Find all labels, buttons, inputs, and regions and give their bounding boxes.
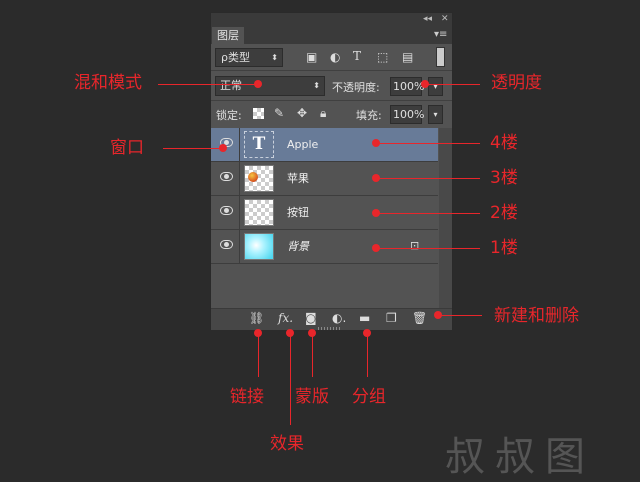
annotation-effect: 效果 xyxy=(270,434,304,454)
text-filter-icon[interactable]: T xyxy=(353,48,361,64)
watermark-logo: 叔叔图 xyxy=(445,434,595,480)
lock-pixels-brush-icon[interactable]: ✎ xyxy=(274,105,284,121)
annotation-new-delete: 新建和删除 xyxy=(494,306,579,326)
annotation-line xyxy=(428,84,480,85)
tab-layers[interactable]: 图层 xyxy=(212,27,244,44)
annotation-group: 分组 xyxy=(352,387,386,407)
opacity-dropdown-icon[interactable]: ▾ xyxy=(428,77,443,96)
collapse-icon[interactable]: ◂◂ xyxy=(423,13,432,26)
layer-thumbnail xyxy=(244,165,274,192)
layers-list: T Apple 苹果 按钮 背景 ⊡ xyxy=(211,128,439,308)
lock-all-icon[interactable]: 🔒︎ xyxy=(320,105,326,121)
shape-filter-icon[interactable]: ⬚ xyxy=(377,49,388,65)
layer-name[interactable]: Apple xyxy=(287,128,318,162)
layer-name[interactable]: 苹果 xyxy=(287,162,309,196)
adjustment-layer-icon[interactable]: ◐. xyxy=(332,310,346,326)
panel-title-bar[interactable]: ◂◂ ✕ xyxy=(211,13,452,26)
annotation-line xyxy=(376,178,480,179)
layers-scrollbar[interactable] xyxy=(439,128,452,308)
blend-mode-value: 正常 xyxy=(220,79,242,92)
text-layer-thumb-icon: T xyxy=(244,131,274,158)
annotation-opacity: 透明度 xyxy=(491,73,542,93)
layer-row-apple[interactable]: T Apple xyxy=(211,128,438,162)
annotation-dot xyxy=(372,244,380,252)
lock-position-move-icon[interactable]: ✥ xyxy=(297,105,307,121)
annotation-line xyxy=(163,148,223,149)
annotation-floor2: 2楼 xyxy=(490,203,518,223)
annotation-line xyxy=(312,333,313,377)
annotation-floor3: 3楼 xyxy=(490,168,518,188)
opacity-label: 不透明度: xyxy=(332,81,380,94)
visibility-eye-icon[interactable] xyxy=(220,240,233,249)
annotation-line xyxy=(367,333,368,377)
annotation-line xyxy=(376,213,480,214)
annotation-line xyxy=(290,333,291,425)
pixel-filter-icon[interactable]: ▣ xyxy=(306,49,317,65)
annotation-blend-mode: 混和模式 xyxy=(74,73,142,93)
new-layer-icon[interactable]: ❐ xyxy=(386,310,397,326)
fx-effects-icon[interactable]: fx. xyxy=(278,310,293,326)
annotation-link: 链接 xyxy=(230,387,264,407)
divider xyxy=(211,100,452,101)
annotation-dot xyxy=(372,209,380,217)
layer-row-apple-image[interactable]: 苹果 xyxy=(211,162,438,196)
updown-icon: ⬍ xyxy=(313,81,320,90)
fill-label: 填充: xyxy=(356,109,382,122)
annotation-dot xyxy=(372,139,380,147)
lock-label: 锁定: xyxy=(216,109,242,122)
opacity-input[interactable]: 100% xyxy=(390,77,424,96)
smartobject-filter-icon[interactable]: ▤ xyxy=(402,49,413,65)
layer-thumbnail xyxy=(244,199,274,226)
add-mask-icon[interactable]: ◙ xyxy=(305,310,317,326)
filter-kind-label: ρ类型 xyxy=(221,51,250,64)
annotation-line xyxy=(376,248,480,249)
resize-grip[interactable] xyxy=(318,327,340,330)
annotation-window: 窗口 xyxy=(110,138,144,158)
annotation-line xyxy=(376,143,480,144)
lock-icon: ⊡ xyxy=(410,239,420,252)
panel-menu-icon[interactable]: ▾≡ xyxy=(434,29,447,40)
apple-thumb-icon xyxy=(248,172,258,182)
layer-row-background[interactable]: 背景 ⊡ xyxy=(211,230,438,264)
divider xyxy=(211,70,452,71)
annotation-floor4: 4楼 xyxy=(490,133,518,153)
visibility-eye-icon[interactable] xyxy=(220,206,233,215)
layer-thumbnail xyxy=(244,233,274,260)
filter-kind-select[interactable]: ρ类型 ⬍ xyxy=(215,48,283,67)
annotation-dot xyxy=(434,311,442,319)
panel-tab-bar xyxy=(211,26,452,44)
blend-mode-select[interactable]: 正常 ⬍ xyxy=(215,76,325,96)
annotation-line xyxy=(258,333,259,377)
new-group-folder-icon[interactable]: ▬ xyxy=(359,310,370,326)
visibility-eye-icon[interactable] xyxy=(220,172,233,181)
annotation-floor1: 1楼 xyxy=(490,238,518,258)
lock-transparent-icon[interactable] xyxy=(253,108,264,119)
layer-name[interactable]: 背景 xyxy=(287,230,309,264)
annotation-line xyxy=(158,84,258,85)
adjustment-filter-icon[interactable]: ◐ xyxy=(330,49,340,65)
updown-icon: ⬍ xyxy=(271,53,278,62)
link-layers-icon[interactable]: ⛓ xyxy=(249,310,264,326)
annotation-dot xyxy=(421,80,429,88)
close-icon[interactable]: ✕ xyxy=(441,13,449,26)
filter-toggle-switch[interactable] xyxy=(436,47,445,67)
fill-input[interactable]: 100% xyxy=(390,105,424,124)
fill-dropdown-icon[interactable]: ▾ xyxy=(428,105,443,124)
annotation-dot xyxy=(372,174,380,182)
layer-name[interactable]: 按钮 xyxy=(287,196,309,230)
delete-layer-trash-icon[interactable]: 🗑︎ xyxy=(412,310,427,326)
annotation-dot xyxy=(219,144,227,152)
annotation-mask: 蒙版 xyxy=(295,387,329,407)
annotation-line xyxy=(438,315,482,316)
annotation-dot xyxy=(254,80,262,88)
